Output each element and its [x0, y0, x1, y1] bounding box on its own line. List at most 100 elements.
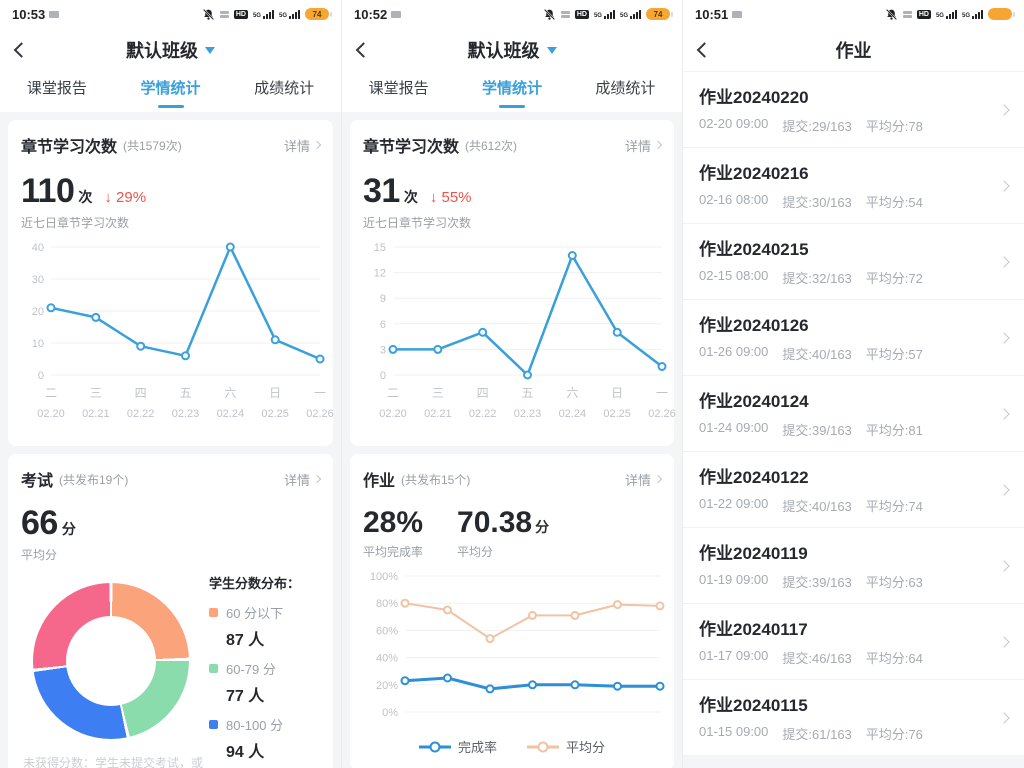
tab-grade-stats[interactable]: 成绩统计: [227, 72, 341, 112]
completion-rate: 28%: [363, 506, 423, 539]
homework-chart-legend: 完成率平均分: [363, 737, 661, 762]
detail-link[interactable]: 详情: [625, 470, 661, 489]
status-time: 10:53: [12, 7, 45, 22]
battery-icon: [988, 8, 1012, 20]
back-icon[interactable]: [14, 42, 30, 58]
legend-count: 77 人: [226, 682, 320, 706]
legend-label: 60-79 分: [226, 659, 276, 678]
assignment-average: 平均分:57: [866, 344, 923, 363]
status-misc-icon: [732, 11, 742, 18]
nav-bar: 作业: [683, 28, 1024, 72]
content-area: 章节学习次数 (共1579次) 详情 110 次 ↓ 29% 近七日章节学习次数…: [0, 112, 341, 768]
assignment-name: 作业20240216: [699, 159, 990, 184]
svg-text:60%: 60%: [376, 625, 398, 637]
assignment-name: 作业20240215: [699, 235, 990, 260]
svg-text:0%: 0%: [382, 707, 398, 719]
svg-text:100%: 100%: [370, 571, 398, 583]
status-misc-icon: [49, 11, 59, 18]
assignment-list-item[interactable]: 作业20240122 01-22 09:00提交:40/163平均分:74: [683, 452, 1024, 528]
svg-text:二: 二: [45, 386, 57, 400]
page-title: 作业: [836, 37, 872, 63]
assignment-submit-count: 提交:32/163: [782, 268, 851, 287]
detail-link[interactable]: 详情: [625, 136, 661, 155]
phone-panel-1: 10:53 HD 5G 5G 74 默认班级 课堂报告 学情统计 成绩统计 章节…: [0, 0, 341, 768]
trend-down-badge: ↓ 55%: [430, 189, 472, 206]
assignment-submit-count: 提交:39/163: [782, 572, 851, 591]
assignment-average: 平均分:63: [866, 572, 923, 591]
tab-class-report[interactable]: 课堂报告: [0, 72, 114, 112]
chevron-right-icon: [998, 408, 1009, 419]
svg-text:40%: 40%: [376, 653, 398, 665]
svg-text:0: 0: [380, 370, 386, 382]
chevron-right-icon: [998, 560, 1009, 571]
assignment-list-item[interactable]: 作业20240126 01-26 09:00提交:40/163平均分:57: [683, 300, 1024, 376]
legend-count: 87 人: [226, 626, 320, 650]
network-speed-icon: [903, 11, 912, 18]
assignment-time: 01-15 09:00: [699, 724, 768, 743]
assignment-average: 平均分:78: [866, 116, 923, 135]
tab-study-stats[interactable]: 学情统计: [455, 72, 568, 112]
svg-text:3: 3: [380, 344, 386, 356]
assignment-list-item[interactable]: 作业20240220 02-20 09:00提交:29/163平均分:78: [683, 72, 1024, 148]
score-distribution-donut-chart: [33, 583, 189, 739]
assignment-list-item[interactable]: 作业20240115 01-15 09:00提交:61/163平均分:76: [683, 680, 1024, 756]
nav-bar: 默认班级: [342, 28, 682, 72]
study-count: 110: [21, 172, 74, 211]
chart-subtitle: 近七日章节学习次数: [21, 214, 320, 231]
chevron-right-icon: [998, 180, 1009, 191]
tab-study-stats[interactable]: 学情统计: [114, 72, 228, 112]
status-time: 10:51: [695, 7, 728, 22]
chevron-right-icon: [998, 712, 1009, 723]
status-bar: 10:52 HD 5G 5G 74: [342, 0, 682, 28]
svg-text:一: 一: [314, 386, 326, 400]
trend-down-badge: ↓ 29%: [104, 189, 146, 206]
svg-text:五: 五: [521, 386, 533, 400]
assignment-list-item[interactable]: 作业20240117 01-17 09:00提交:46/163平均分:64: [683, 604, 1024, 680]
legend-line-marker-icon: [527, 741, 559, 753]
assignment-name: 作业20240115: [699, 691, 990, 716]
back-icon[interactable]: [697, 42, 713, 58]
chevron-right-icon: [998, 484, 1009, 495]
detail-link[interactable]: 详情: [284, 470, 320, 489]
svg-text:02.22: 02.22: [127, 408, 155, 420]
homework-average: 70.38: [457, 506, 532, 539]
assignment-list-item[interactable]: 作业20240119 01-19 09:00提交:39/163平均分:63: [683, 528, 1024, 604]
signal-icon-sim2: 5G: [620, 10, 641, 19]
tab-grade-stats[interactable]: 成绩统计: [569, 72, 682, 112]
chevron-down-icon[interactable]: [547, 47, 557, 54]
svg-text:二: 二: [387, 386, 399, 400]
assignment-time: 01-26 09:00: [699, 344, 768, 363]
assignment-list-item[interactable]: 作业20240215 02-15 08:00提交:32/163平均分:72: [683, 224, 1024, 300]
svg-text:20: 20: [32, 306, 44, 318]
card-total: (共612次): [465, 137, 625, 154]
assignment-name: 作业20240122: [699, 463, 990, 488]
svg-text:五: 五: [179, 386, 191, 400]
signal-icon-sim2: 5G: [279, 10, 300, 19]
status-bar: 10:53 HD 5G 5G 74: [0, 0, 341, 28]
legend-title: 学生分数分布：: [209, 573, 320, 592]
card-total: (共发布15个): [401, 471, 625, 488]
class-title[interactable]: 默认班级: [468, 37, 540, 63]
assignment-list-item[interactable]: 作业20240124 01-24 09:00提交:39/163平均分:81: [683, 376, 1024, 452]
chevron-right-icon: [654, 141, 662, 149]
legend-dot-icon: [209, 664, 218, 673]
assignment-time: 01-19 09:00: [699, 572, 768, 591]
status-time: 10:52: [354, 7, 387, 22]
tab-class-report[interactable]: 课堂报告: [342, 72, 455, 112]
svg-text:02.20: 02.20: [37, 408, 65, 420]
svg-text:9: 9: [380, 293, 386, 305]
assignment-name: 作业20240124: [699, 387, 990, 412]
back-icon[interactable]: [356, 42, 372, 58]
battery-icon: 74: [305, 8, 329, 20]
card-title: 章节学习次数: [21, 133, 117, 157]
svg-text:10: 10: [32, 338, 44, 350]
card-title: 章节学习次数: [363, 133, 459, 157]
class-title[interactable]: 默认班级: [126, 37, 198, 63]
assignment-list-item[interactable]: 作业20240216 02-16 08:00提交:30/163平均分:54: [683, 148, 1024, 224]
detail-link[interactable]: 详情: [284, 136, 320, 155]
card-title: 作业: [363, 467, 395, 491]
chevron-down-icon[interactable]: [205, 47, 215, 54]
legend-item: 完成率: [419, 737, 497, 756]
svg-text:02.21: 02.21: [82, 408, 110, 420]
legend-dot-icon: [209, 720, 218, 729]
